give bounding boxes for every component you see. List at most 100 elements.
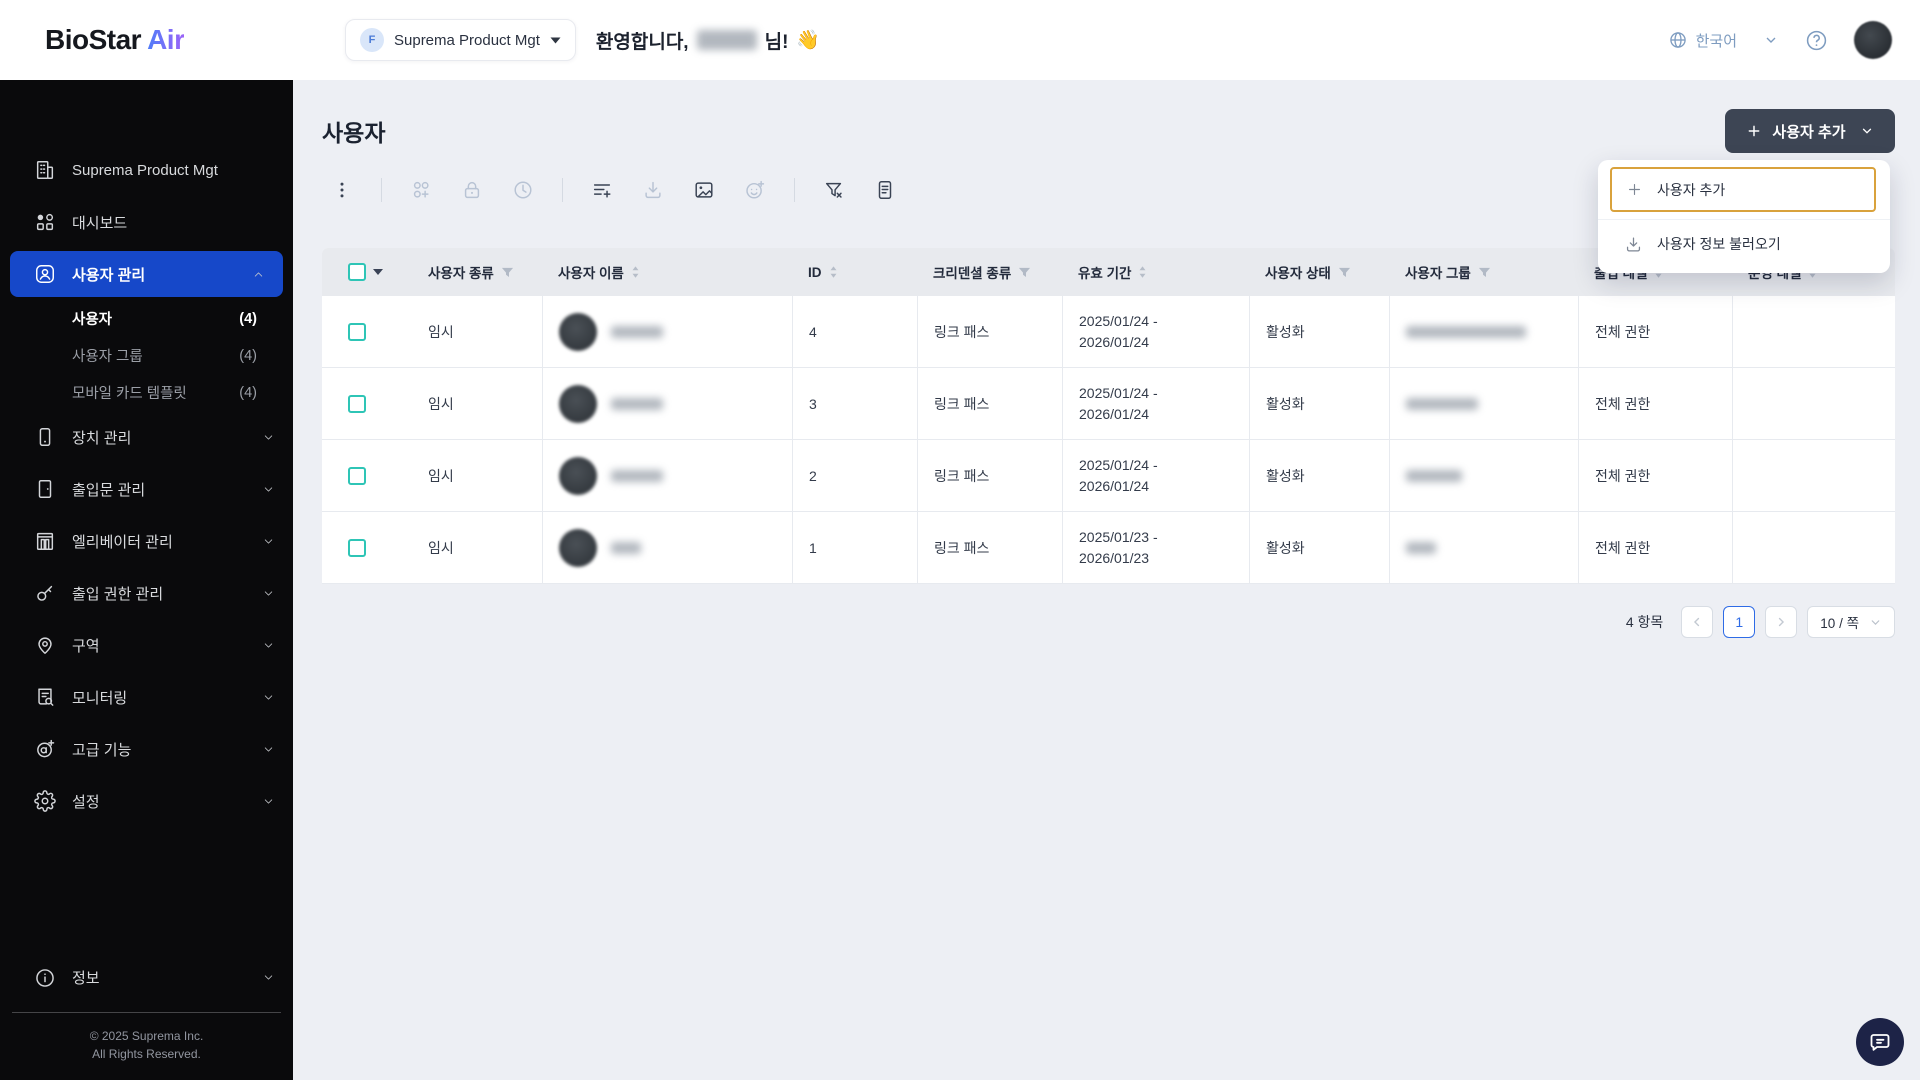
sidebar-subitem-mobile-card-templates[interactable]: 모바일 카드 템플릿 (4) [0, 374, 293, 411]
cell-select [322, 368, 412, 439]
chevron-down-icon [262, 691, 275, 704]
sidebar-item-user-mgmt[interactable]: 사용자 관리 [10, 251, 283, 297]
language-switcher[interactable]: 한국어 [1668, 30, 1737, 51]
user-avatar[interactable] [1854, 21, 1892, 59]
column-header-user_type[interactable]: 사용자 종류 [412, 248, 542, 296]
toolbar-separator [381, 178, 382, 202]
cell-access_level: 전체 권한 [1578, 440, 1732, 511]
lock-icon[interactable] [460, 178, 484, 202]
help-icon[interactable] [1805, 29, 1828, 52]
image-icon[interactable] [692, 178, 716, 202]
device-icon [34, 426, 56, 448]
cell-name [542, 512, 792, 583]
sidebar-item-elevator-mgmt[interactable]: 엘리베이터 관리 [0, 515, 293, 567]
workspace-selector[interactable]: F Suprema Product Mgt [345, 19, 576, 61]
menu-item-add-user[interactable]: 사용자 추가 [1610, 167, 1876, 212]
cell-status: 활성화 [1249, 368, 1389, 439]
welcome-suffix: 님! [764, 31, 789, 53]
cell-operator_level [1732, 440, 1895, 511]
row-checkbox[interactable] [348, 538, 366, 557]
download-icon[interactable] [641, 178, 665, 202]
app: BioStar Air F Suprema Product Mgt 환영합니다, … [0, 0, 1920, 1080]
sidebar-item-label: 설정 [72, 793, 100, 811]
gear-icon [34, 790, 56, 812]
row-checkbox[interactable] [348, 394, 366, 413]
column-header-id[interactable]: ID [792, 248, 917, 296]
sidebar-bottom: 정보 © 2025 Suprema Inc. All Rights Reserv… [0, 952, 293, 1080]
table-row[interactable]: 임시 4 링크 패스 2025/01/24 -2026/01/24 활성화 전체 권한 [322, 296, 1895, 368]
column-header-credential[interactable]: 크리덴셜 종류 [917, 248, 1062, 296]
cell-status: 활성화 [1249, 512, 1389, 583]
cell-credential: 링크 패스 [917, 440, 1062, 511]
add-user-button-label: 사용자 추가 [1772, 123, 1846, 141]
report-icon[interactable] [873, 178, 897, 202]
cell-operator_level [1732, 368, 1895, 439]
add-user-button[interactable]: 사용자 추가 [1725, 109, 1895, 153]
cell-validity: 2025/01/24 -2026/01/24 [1062, 440, 1249, 511]
toolbar-separator [562, 178, 563, 202]
sidebar-item-dashboard[interactable]: 대시보드 [0, 196, 293, 248]
cell-name [542, 368, 792, 439]
page-size-select[interactable]: 10 / 쪽 [1807, 606, 1895, 638]
sidebar-item-zones[interactable]: 구역 [0, 619, 293, 671]
column-header-validity[interactable]: 유효 기간 [1062, 248, 1249, 296]
plus-icon [1626, 181, 1643, 198]
column-header-name[interactable]: 사용자 이름 [542, 248, 792, 296]
menu-item-import-users[interactable]: 사용자 정보 불러오기 [1598, 220, 1890, 268]
table-row[interactable]: 임시 1 링크 패스 2025/01/23 -2026/01/23 활성화 전체 권한 [322, 512, 1895, 584]
toolbar-separator [794, 178, 795, 202]
sidebar-item-suprema-product-mgt[interactable]: Suprema Product Mgt [0, 144, 293, 196]
import-icon [1624, 235, 1643, 254]
column-header-select[interactable] [322, 248, 412, 296]
chevron-down-icon [262, 795, 275, 808]
dashboard-icon [34, 211, 56, 233]
sidebar-item-door-mgmt[interactable]: 출입문 관리 [0, 463, 293, 515]
sidebar-item-label: 모니터링 [72, 689, 128, 707]
chevron-down-icon [1860, 124, 1874, 138]
item-count-badge: (4) [239, 310, 257, 327]
clock-icon[interactable] [511, 178, 535, 202]
sidebar-item-monitoring[interactable]: 모니터링 [0, 671, 293, 723]
column-header-status[interactable]: 사용자 상태 [1249, 248, 1389, 296]
sort-icon [829, 265, 838, 279]
add-user-dropdown-menu: 사용자 추가사용자 정보 불러오기 [1598, 160, 1890, 273]
cell-group [1389, 440, 1578, 511]
cell-select [322, 512, 412, 583]
row-checkbox[interactable] [348, 466, 366, 485]
page-number-button[interactable]: 1 [1723, 606, 1756, 638]
table-row[interactable]: 임시 2 링크 패스 2025/01/24 -2026/01/24 활성화 전체 권한 [322, 440, 1895, 512]
column-header-group[interactable]: 사용자 그룹 [1389, 248, 1578, 296]
sidebar-item-settings[interactable]: 설정 [0, 775, 293, 827]
sidebar-item-label: 출입 권한 관리 [72, 585, 164, 603]
prev-page-button[interactable] [1681, 606, 1714, 638]
footer-rights: All Rights Reserved. [92, 1047, 201, 1062]
sidebar-item-access-permission-mgmt[interactable]: 출입 권한 관리 [0, 567, 293, 619]
chevron-down-icon[interactable] [1763, 32, 1779, 48]
sidebar-item-advanced-features[interactable]: 고급 기능 [0, 723, 293, 775]
redacted-user-group [1406, 397, 1478, 410]
table-row[interactable]: 임시 3 링크 패스 2025/01/24 -2026/01/24 활성화 전체 권한 [322, 368, 1895, 440]
select-all-checkbox[interactable] [348, 263, 366, 281]
more-vertical-icon[interactable] [330, 178, 354, 202]
sidebar-item-info[interactable]: 정보 [0, 952, 293, 1004]
redacted-user-name [611, 325, 663, 338]
chat-fab-button[interactable] [1856, 1018, 1904, 1066]
sidebar-item-device-mgmt[interactable]: 장치 관리 [0, 411, 293, 463]
sidebar-subitem-user-groups[interactable]: 사용자 그룹 (4) [0, 337, 293, 374]
add-face-icon[interactable] [743, 178, 767, 202]
item-count-badge: (4) [239, 384, 257, 401]
next-page-button[interactable] [1765, 606, 1798, 638]
column-header-label: 사용자 종류 [428, 266, 494, 281]
caret-down-icon[interactable] [373, 269, 383, 275]
add-group-icon[interactable] [409, 178, 433, 202]
info-icon [34, 967, 56, 989]
sidebar-subitem-users[interactable]: 사용자 (4) [0, 300, 293, 337]
main-content: 사용자 사용자 추가 사용자 종류 사용자 이름 ID 크리덴셜 종류 유효 기간 사용자… [293, 80, 1920, 1080]
user-avatar-blurred [559, 456, 597, 495]
sidebar-item-label: 장치 관리 [72, 429, 132, 447]
row-checkbox[interactable] [348, 322, 366, 341]
batch-edit-icon[interactable] [590, 178, 614, 202]
column-header-label: 사용자 이름 [558, 266, 624, 281]
clear-filter-icon[interactable] [822, 178, 846, 202]
pagination: 4 항목 1 10 / 쪽 [322, 606, 1895, 638]
